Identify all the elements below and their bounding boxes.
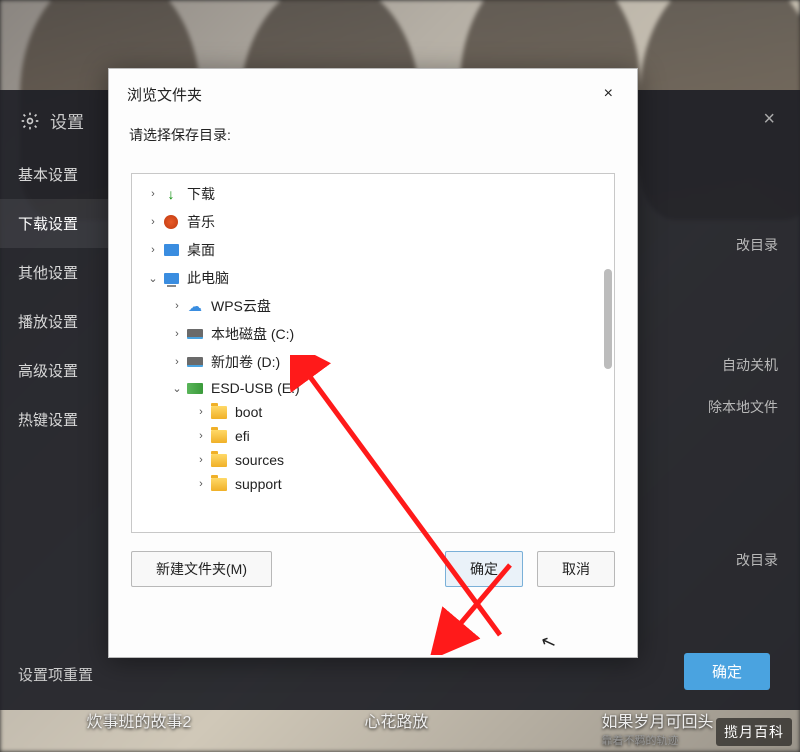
chevron-right-icon[interactable]: ›: [146, 216, 160, 228]
settings-close-button[interactable]: ×: [763, 108, 775, 131]
watermark-badge: 揽月百科: [716, 718, 792, 746]
new-folder-button[interactable]: 新建文件夹(M): [131, 551, 272, 587]
text-change-dir[interactable]: 改目录: [736, 235, 778, 255]
gear-icon: [20, 111, 40, 131]
tree-item-boot[interactable]: › boot: [136, 400, 610, 424]
tree-item-efi[interactable]: › efi: [136, 424, 610, 448]
tree-item-support[interactable]: › support: [136, 472, 610, 496]
bottom-titles-row: 炊事班的故事2 心花路放 如果岁月可回头 靠着不羁的轨迹: [0, 708, 800, 748]
tree-label: 新加卷 (D:): [209, 351, 282, 373]
chevron-right-icon[interactable]: ›: [194, 478, 208, 490]
tree-item-wps[interactable]: › ☁ WPS云盘: [136, 292, 610, 320]
tree-label: WPS云盘: [209, 295, 273, 317]
tree-label: ESD-USB (E:): [209, 379, 302, 397]
tree-label: 本地磁盘 (C:): [209, 323, 296, 345]
dialog-titlebar[interactable]: 浏览文件夹 ×: [109, 69, 637, 119]
drive-icon: [186, 354, 204, 370]
scrollbar-thumb[interactable]: [604, 269, 612, 369]
settings-title: 设置: [50, 108, 84, 133]
sidebar-item-playback[interactable]: 播放设置: [0, 297, 110, 346]
settings-sidebar: 基本设置 下载设置 其他设置 播放设置 高级设置 热键设置: [0, 150, 110, 444]
dialog-button-row: 新建文件夹(M) 确定 取消: [109, 551, 637, 607]
ok-button[interactable]: 确定: [445, 551, 523, 587]
tree-label: 音乐: [185, 211, 217, 233]
desktop-icon: [162, 242, 180, 258]
tree-item-music[interactable]: › 音乐: [136, 208, 610, 236]
text-auto-shutdown[interactable]: 自动关机: [722, 355, 778, 375]
chevron-right-icon[interactable]: ›: [170, 300, 184, 312]
chevron-right-icon[interactable]: ›: [146, 188, 160, 200]
chevron-right-icon[interactable]: ›: [194, 430, 208, 442]
text-change-dir-2[interactable]: 改目录: [736, 550, 778, 570]
tree-item-sources[interactable]: › sources: [136, 448, 610, 472]
tree-label: sources: [233, 451, 286, 469]
chevron-right-icon[interactable]: ›: [146, 244, 160, 256]
sidebar-item-download[interactable]: 下载设置: [0, 199, 110, 248]
chevron-right-icon[interactable]: ›: [194, 454, 208, 466]
sidebar-item-basic[interactable]: 基本设置: [0, 150, 110, 199]
cloud-icon: ☁: [186, 298, 204, 314]
folder-icon: [210, 428, 228, 444]
dialog-prompt: 请选择保存目录:: [109, 119, 637, 159]
text-delete-local[interactable]: 除本地文件: [708, 397, 778, 417]
browse-folder-dialog: 浏览文件夹 × 请选择保存目录: › ↓ 下载 › 音乐 › 桌面 ⌄: [108, 68, 638, 658]
sidebar-item-advanced[interactable]: 高级设置: [0, 346, 110, 395]
tree-label: 此电脑: [185, 267, 231, 289]
dialog-close-button[interactable]: ×: [594, 81, 623, 107]
mouse-cursor-icon: ↖: [538, 630, 559, 655]
folder-icon: [210, 452, 228, 468]
drive-icon: [186, 326, 204, 342]
tree-item-localdisk-c[interactable]: › 本地磁盘 (C:): [136, 320, 610, 348]
dialog-title: 浏览文件夹: [127, 84, 202, 105]
chevron-right-icon[interactable]: ›: [170, 328, 184, 340]
chevron-right-icon[interactable]: ›: [194, 406, 208, 418]
tree-item-downloads[interactable]: › ↓ 下载: [136, 180, 610, 208]
downloads-icon: ↓: [162, 186, 180, 202]
tree-item-thispc[interactable]: ⌄ 此电脑: [136, 264, 610, 292]
tree-label: 桌面: [185, 239, 217, 261]
settings-reset-button[interactable]: 设置项重置: [18, 664, 93, 685]
tree-label: 下载: [185, 183, 217, 205]
sidebar-item-hotkey[interactable]: 热键设置: [0, 395, 110, 444]
tree-item-newvolume-d[interactable]: › 新加卷 (D:): [136, 348, 610, 376]
sidebar-item-other[interactable]: 其他设置: [0, 248, 110, 297]
music-icon: [162, 214, 180, 230]
tree-label: support: [233, 475, 284, 493]
folder-icon: [210, 476, 228, 492]
folder-tree: › ↓ 下载 › 音乐 › 桌面 ⌄ 此电脑 › ☁: [132, 174, 614, 502]
tree-label: efi: [233, 427, 252, 445]
folder-icon: [210, 404, 228, 420]
tree-item-esd-usb-e[interactable]: ⌄ ESD-USB (E:): [136, 376, 610, 400]
chevron-down-icon[interactable]: ⌄: [146, 272, 160, 285]
pc-icon: [162, 270, 180, 286]
usb-drive-icon: [186, 380, 204, 396]
thumb-title-3[interactable]: 如果岁月可回头 靠着不羁的轨迹: [601, 708, 713, 748]
folder-tree-container: › ↓ 下载 › 音乐 › 桌面 ⌄ 此电脑 › ☁: [131, 173, 615, 533]
tree-item-desktop[interactable]: › 桌面: [136, 236, 610, 264]
thumb-title-1[interactable]: 炊事班的故事2: [87, 708, 192, 748]
chevron-down-icon[interactable]: ⌄: [170, 382, 184, 395]
chevron-right-icon[interactable]: ›: [170, 356, 184, 368]
cancel-button[interactable]: 取消: [537, 551, 615, 587]
thumb-title-2[interactable]: 心花路放: [364, 708, 428, 748]
settings-confirm-button[interactable]: 确定: [684, 653, 770, 690]
tree-label: boot: [233, 403, 264, 421]
